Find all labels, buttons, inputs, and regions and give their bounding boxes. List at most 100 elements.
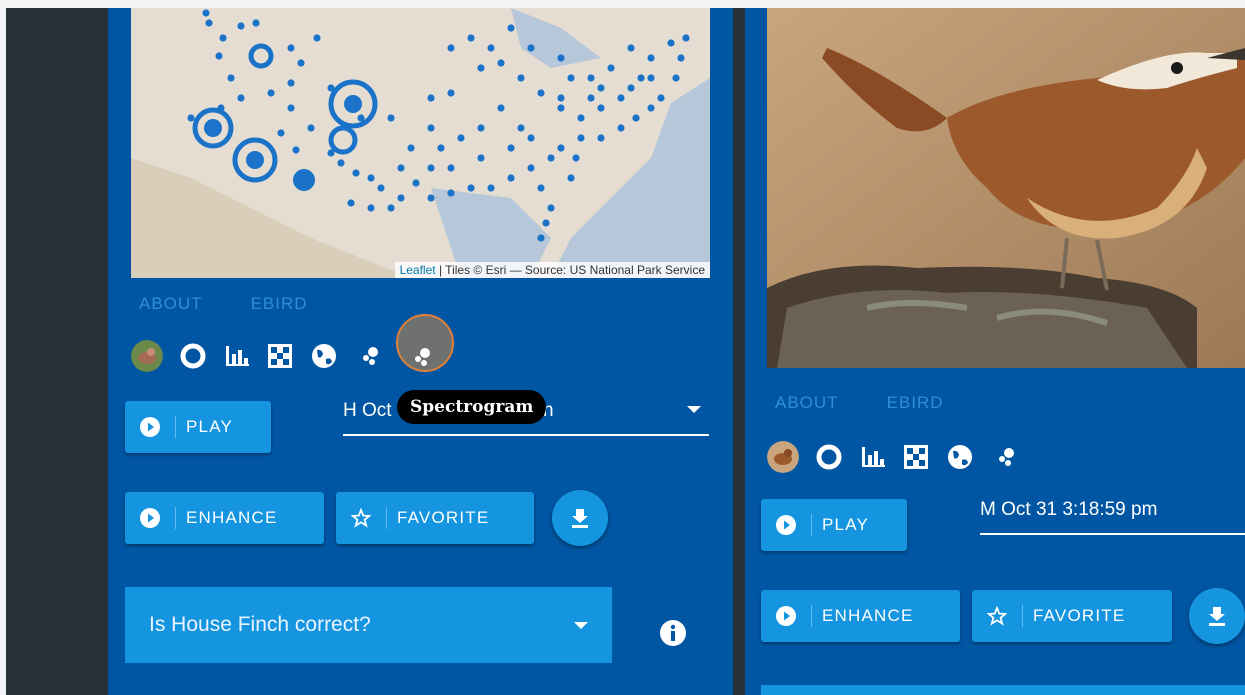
map-point <box>237 94 245 102</box>
card-divider <box>733 8 745 695</box>
play-icon <box>761 514 812 536</box>
spectrogram-icon[interactable] <box>354 341 384 371</box>
map-point <box>427 164 435 172</box>
species-photo[interactable] <box>767 8 1245 368</box>
map-point <box>287 44 295 52</box>
map-point <box>647 54 655 62</box>
map-point <box>412 179 420 187</box>
species-confirmation-select[interactable]: Is House Finch correct? <box>125 587 612 663</box>
play-label: PLAY <box>822 515 870 534</box>
map-point <box>527 134 535 142</box>
spectrogram-tooltip: Spectrogram <box>397 390 547 424</box>
star-icon <box>336 507 387 529</box>
map-point <box>547 154 555 162</box>
bar-chart-icon[interactable] <box>859 443 887 471</box>
map-point <box>427 124 435 132</box>
map-point <box>517 124 525 132</box>
map-point <box>547 204 555 212</box>
download-button[interactable] <box>552 490 608 546</box>
map-point <box>537 184 545 192</box>
donut-chart-icon[interactable] <box>814 442 844 472</box>
map-point <box>632 114 640 122</box>
map-point <box>477 64 485 72</box>
favorite-label: FAVORITE <box>397 508 490 527</box>
map-point <box>467 34 475 42</box>
favorite-button[interactable]: FAVORITE <box>336 492 534 544</box>
download-icon <box>1209 607 1225 626</box>
checkerboard-icon[interactable] <box>266 342 294 370</box>
map-point <box>367 204 375 212</box>
map-point <box>667 39 675 47</box>
globe-icon[interactable] <box>945 442 975 472</box>
play-icon <box>761 605 812 627</box>
map-point <box>617 94 625 102</box>
map-point <box>467 184 475 192</box>
donut-chart-icon[interactable] <box>178 341 208 371</box>
observation-map[interactable]: Leaflet | Tiles © Esri — Source: US Nati… <box>131 8 710 278</box>
map-point <box>627 44 635 52</box>
map-point <box>567 74 575 82</box>
map-point <box>313 34 321 42</box>
play-icon <box>125 507 176 529</box>
leaflet-link[interactable]: Leaflet <box>400 263 436 277</box>
bird-avatar[interactable] <box>131 340 163 372</box>
tab-ebird[interactable]: EBIRD <box>887 393 944 413</box>
bar-chart-icon[interactable] <box>223 342 251 370</box>
species-question-text: Is House Finch correct? <box>149 613 371 636</box>
tab-ebird[interactable]: EBIRD <box>251 294 308 314</box>
play-button[interactable]: PLAY <box>761 499 907 551</box>
map-point <box>497 59 505 67</box>
map-point <box>597 134 605 142</box>
map-point <box>215 52 223 60</box>
enhance-button[interactable]: ENHANCE <box>761 590 960 642</box>
spectrogram-icon[interactable] <box>990 442 1020 472</box>
map-point <box>427 94 435 102</box>
map-point <box>557 144 565 152</box>
info-icon[interactable] <box>658 618 688 648</box>
map-point <box>387 204 395 212</box>
map-point <box>407 144 415 152</box>
right-icon-row <box>767 441 1020 473</box>
map-point <box>477 154 485 162</box>
right-species-card: ABOUT EBIRD PLAY M Oct 31 3:18:59 pm ENH… <box>745 8 1245 695</box>
tab-about[interactable]: ABOUT <box>139 294 203 314</box>
play-button[interactable]: PLAY <box>125 401 271 453</box>
map-point <box>202 9 210 17</box>
checkerboard-icon[interactable] <box>902 443 930 471</box>
right-tabs: ABOUT EBIRD <box>775 393 944 413</box>
favorite-button[interactable]: FAVORITE <box>972 590 1172 642</box>
map-point <box>227 74 235 82</box>
map-point <box>397 164 405 172</box>
globe-icon[interactable] <box>309 341 339 371</box>
map-point <box>507 144 515 152</box>
map-point <box>567 174 575 182</box>
left-tabs: ABOUT EBIRD <box>139 294 308 314</box>
map-point <box>617 124 625 132</box>
map-point <box>597 104 605 112</box>
map-point <box>287 79 295 87</box>
map-point <box>287 104 295 112</box>
favorite-label: FAVORITE <box>1033 606 1126 625</box>
map-point <box>307 124 315 132</box>
enhance-label: ENHANCE <box>186 508 278 527</box>
map-canvas <box>131 8 710 278</box>
map-point <box>447 44 455 52</box>
download-button[interactable] <box>1189 588 1245 644</box>
species-confirmation-select-partial[interactable] <box>761 685 1245 695</box>
attribution-text: | Tiles © Esri — Source: US National Par… <box>435 263 705 277</box>
enhance-button[interactable]: ENHANCE <box>125 492 324 544</box>
map-point <box>607 64 615 72</box>
map-point <box>487 184 495 192</box>
map-point <box>447 89 455 97</box>
map-point <box>647 74 655 82</box>
map-point <box>347 199 355 207</box>
map-point <box>397 194 405 202</box>
map-point <box>427 194 435 202</box>
tab-about[interactable]: ABOUT <box>775 393 839 413</box>
map-point <box>447 164 455 172</box>
map-point <box>672 74 680 82</box>
bird-avatar[interactable] <box>767 441 799 473</box>
recording-time-select[interactable]: M Oct 31 3:18:59 pm <box>980 499 1245 535</box>
map-point <box>219 34 227 42</box>
map-point <box>517 74 525 82</box>
